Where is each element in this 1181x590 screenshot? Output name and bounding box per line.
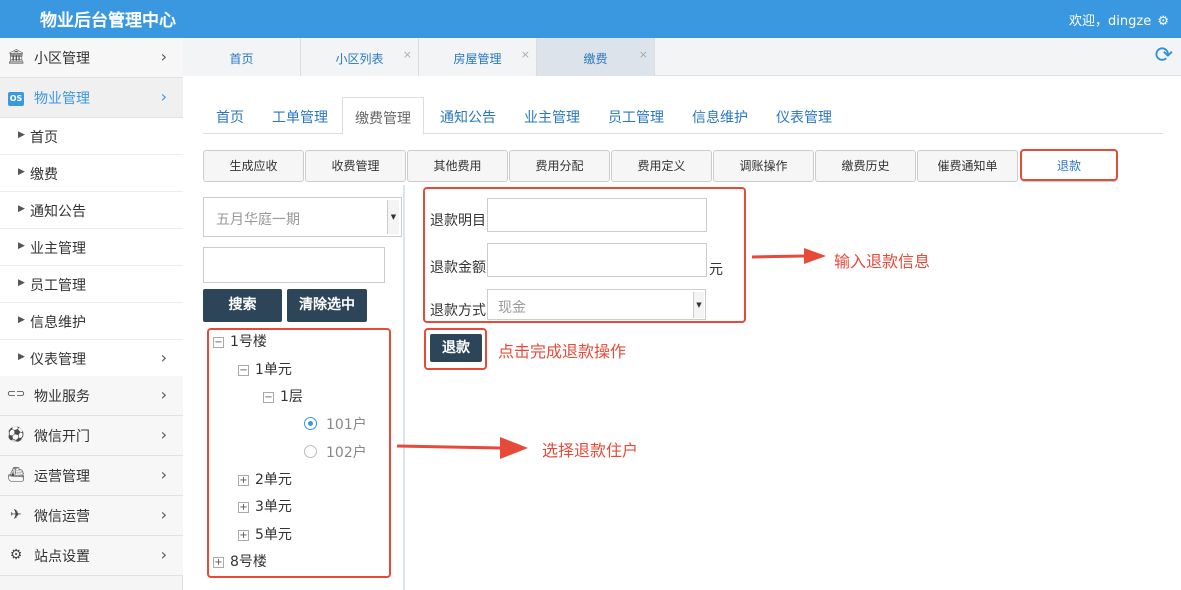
- arrow-select-household: [396, 437, 528, 459]
- annotation-click-complete: 点击完成退款操作: [498, 342, 627, 361]
- arrow-input-info: [751, 248, 826, 264]
- annotation-arrows: [396, 248, 826, 459]
- annotation-select-household: 选择退款住户: [542, 441, 639, 460]
- annotation-input-info: 输入退款信息: [834, 252, 931, 271]
